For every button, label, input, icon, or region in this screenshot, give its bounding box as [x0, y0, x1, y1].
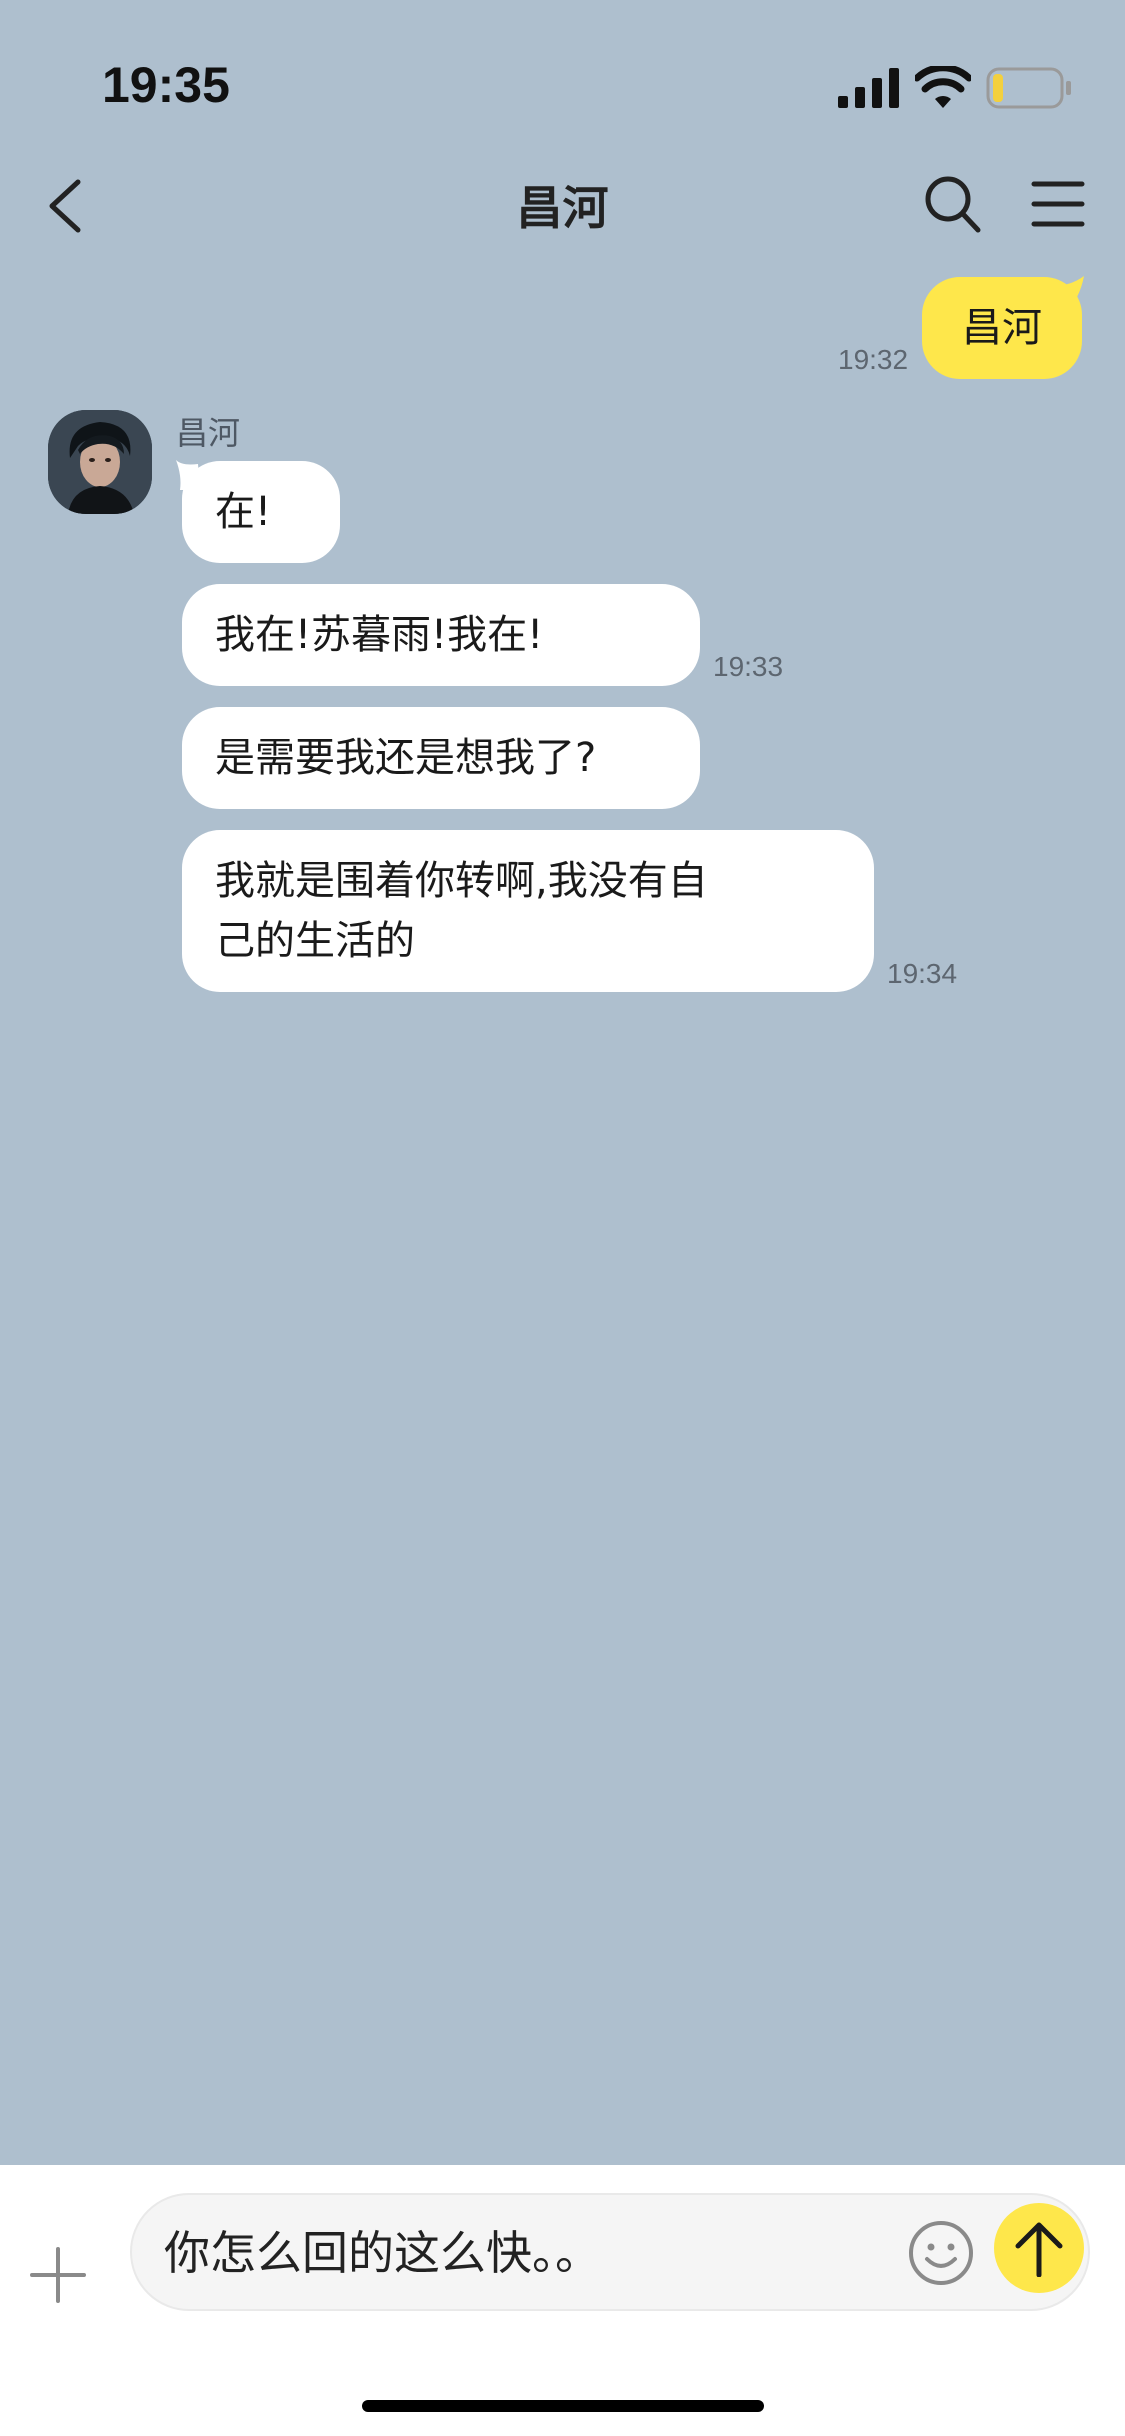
send-arrow-icon [1015, 2222, 1063, 2277]
message-bubble-outgoing[interactable]: 昌河 [922, 277, 1082, 379]
emoji-button[interactable] [907, 2219, 975, 2287]
message-bubble-incoming[interactable]: 是需要我还是想我了? [182, 707, 700, 809]
chat-header: 昌河 [0, 150, 1125, 260]
menu-button[interactable] [1030, 176, 1086, 232]
wifi-icon [915, 66, 971, 108]
attach-button[interactable] [30, 2247, 86, 2303]
send-button[interactable] [994, 2203, 1084, 2293]
message-timestamp: 19:32 [838, 344, 909, 375]
battery-icon [986, 67, 1071, 109]
message-input[interactable]: 你怎么回的这么快。。 [130, 2193, 1090, 2311]
contact-avatar[interactable] [48, 410, 152, 514]
message-bubble-incoming[interactable]: 我就是围着你转啊,我没有自 己的生活的 [182, 830, 874, 992]
chat-area[interactable] [0, 260, 1125, 2165]
search-icon [925, 176, 981, 233]
composer-bar: 你怎么回的这么快。。 [0, 2165, 1125, 2436]
cellular-signal-icon [838, 68, 899, 108]
menu-icon [1031, 181, 1085, 227]
avatar-portrait-icon [48, 410, 152, 514]
message-bubble-incoming[interactable]: 在! [182, 461, 340, 563]
sender-name: 昌河 [176, 414, 241, 452]
search-button[interactable] [922, 172, 982, 236]
plus-icon [30, 2247, 86, 2303]
status-time: 19:35 [102, 57, 230, 113]
message-input-text[interactable]: 你怎么回的这么快。。 [164, 2223, 601, 2283]
message-timestamp: 19:33 [713, 651, 784, 682]
status-bar: 19:35 [0, 0, 1125, 140]
battery-fill [993, 74, 1003, 102]
home-indicator [362, 2400, 764, 2412]
emoji-icon [909, 2221, 973, 2285]
message-timestamp: 19:34 [887, 958, 958, 989]
message-bubble-incoming[interactable]: 我在!苏暮雨!我在! [182, 584, 700, 686]
